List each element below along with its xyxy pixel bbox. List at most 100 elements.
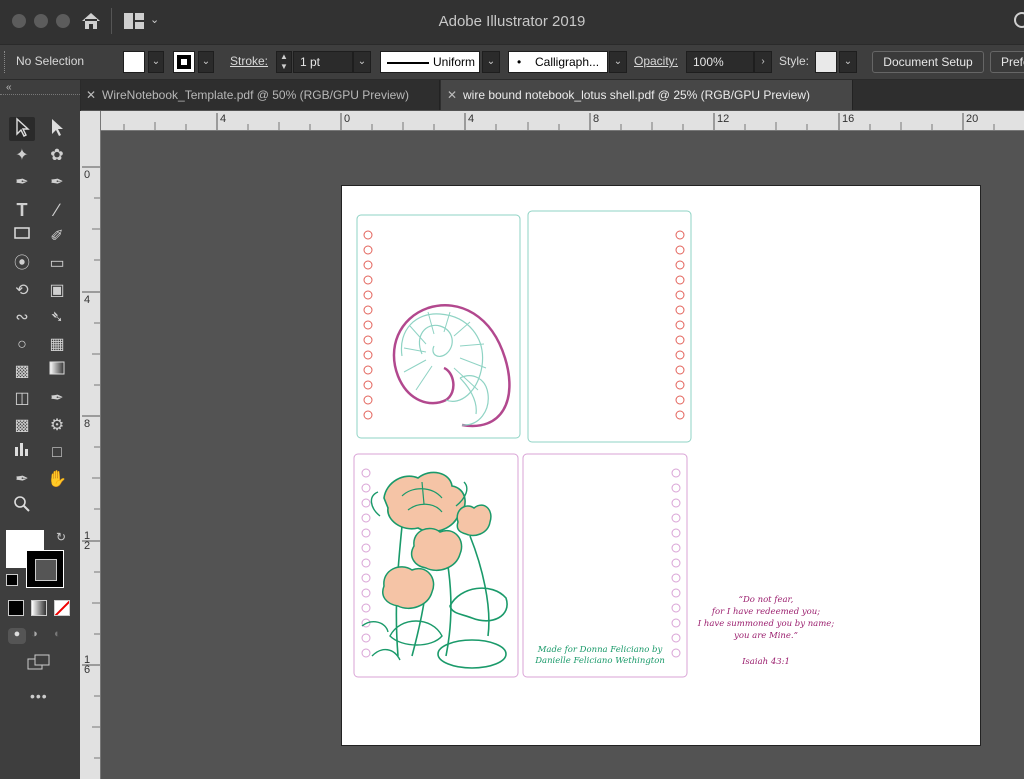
hand-tool[interactable]: ✋: [44, 468, 70, 492]
tab-label: wire bound notebook_lotus shell.pdf @ 25…: [463, 88, 811, 102]
collapse-panel-icon[interactable]: «: [6, 82, 12, 93]
default-colors-icon[interactable]: [6, 574, 18, 586]
ruler-label: 16: [842, 113, 855, 125]
selection-tool[interactable]: [9, 117, 35, 141]
quote-line-3: I have summoned you by name;: [697, 619, 835, 629]
slice-tool[interactable]: ✒: [9, 468, 35, 492]
brush-label: Calligraph...: [535, 55, 600, 69]
draw-inside-icon[interactable]: ◐: [54, 628, 61, 640]
ruler-label: 8: [84, 418, 91, 430]
horizontal-ruler[interactable]: 4 0 4 8 12 16 20: [100, 111, 1024, 131]
blend-tool[interactable]: ▩: [9, 414, 35, 438]
gradient-mode-button[interactable]: [31, 600, 47, 616]
style-label: Style:: [779, 54, 810, 68]
profile-dropdown[interactable]: ⌄: [482, 51, 500, 73]
stroke-label[interactable]: Stroke:: [230, 54, 268, 68]
draw-normal-icon[interactable]: ●: [8, 628, 26, 644]
shape-builder-tool[interactable]: ○: [9, 333, 35, 357]
preferences-button[interactable]: Prefe: [990, 51, 1024, 73]
document-setup-button[interactable]: Document Setup: [872, 51, 984, 73]
close-tab-icon[interactable]: ✕: [441, 80, 463, 110]
artboard-tool[interactable]: □: [44, 441, 70, 465]
line-segment-tool[interactable]: ∕: [44, 198, 70, 222]
width-tool[interactable]: ∾: [9, 306, 35, 330]
rotate-tool[interactable]: ⟲: [9, 279, 35, 303]
puppet-warp-tool[interactable]: ➴: [44, 306, 70, 330]
artboard[interactable]: Made for Donna Feliciano by Danielle Fel…: [341, 185, 981, 746]
stroke-weight-stepper[interactable]: ▲ ▼: [276, 51, 292, 73]
direct-selection-tool[interactable]: [44, 117, 70, 141]
opacity-field[interactable]: 100%: [686, 51, 754, 73]
edit-toolbar-icon[interactable]: •••: [30, 688, 48, 704]
tab-label: WireNotebook_Template.pdf @ 50% (RGB/GPU…: [102, 88, 409, 102]
ruler-label: 4: [468, 113, 475, 125]
zoom-tool[interactable]: [9, 495, 35, 519]
color-mode-button[interactable]: [8, 600, 24, 616]
paintbrush-tool[interactable]: ✐: [44, 225, 70, 249]
quote-line-2: for I have redeemed you;: [711, 607, 820, 617]
curvature-tool[interactable]: ✒: [44, 171, 70, 195]
variable-width-profile[interactable]: Uniform: [380, 51, 480, 73]
ruler-label: 0: [84, 169, 91, 181]
fill-dropdown[interactable]: ⌄: [148, 51, 164, 73]
stroke-swatch[interactable]: [173, 51, 195, 73]
binding-holes-right: [675, 230, 685, 420]
lasso-tool[interactable]: ✿: [44, 144, 70, 168]
quote-line-1: “Do not fear,: [739, 594, 794, 605]
eyedropper-tool[interactable]: ✒: [44, 387, 70, 411]
pen-tool[interactable]: ✒: [9, 171, 35, 195]
brush-definition[interactable]: • Calligraph...: [508, 51, 608, 73]
app-title: Adobe Illustrator 2019: [438, 13, 586, 30]
tab-lotus-shell[interactable]: ✕ wire bound notebook_lotus shell.pdf @ 2…: [441, 80, 853, 110]
vertical-ruler[interactable]: 0 4 8 1 2 1 6: [80, 111, 101, 779]
perspective-grid-tool[interactable]: ▦: [44, 333, 70, 357]
ruler-label: 1 6: [84, 654, 91, 676]
brush-dropdown[interactable]: ⌄: [609, 51, 627, 73]
close-tab-icon[interactable]: ✕: [80, 80, 102, 110]
type-tool[interactable]: T: [9, 198, 35, 222]
binding-holes-left: [363, 230, 373, 420]
brush-dot-icon: •: [517, 55, 522, 69]
mesh-tool[interactable]: ▩: [9, 360, 35, 384]
opacity-arrow[interactable]: ›: [754, 51, 772, 73]
panel-grip[interactable]: [0, 94, 80, 99]
swap-fill-stroke-icon[interactable]: ↻: [56, 530, 66, 544]
none-mode-button[interactable]: [54, 600, 70, 616]
opacity-label[interactable]: Opacity:: [634, 54, 678, 68]
symbol-sprayer-tool[interactable]: ◫: [9, 387, 35, 411]
rectangle-tool[interactable]: [9, 225, 35, 249]
eraser-tool[interactable]: ▭: [44, 252, 70, 276]
ruler-label: 8: [593, 113, 600, 125]
credit-panel-outline: [522, 453, 688, 678]
binding-holes-lotus: [361, 468, 371, 658]
quote-line-4: you are Mine.”: [733, 631, 798, 641]
stroke-color-box[interactable]: [26, 550, 64, 588]
profile-label: Uniform: [432, 55, 475, 69]
screen-mode-icon[interactable]: [27, 654, 50, 670]
column-graph-tool[interactable]: [9, 441, 35, 465]
fill-swatch[interactable]: [123, 51, 145, 73]
tab-wirenotebook-template[interactable]: ✕ WireNotebook_Template.pdf @ 50% (RGB/GP…: [80, 80, 440, 110]
stroke-weight-dropdown[interactable]: ⌄: [353, 51, 371, 73]
graphic-style-swatch[interactable]: [815, 51, 837, 73]
ruler-label: 12: [717, 113, 730, 125]
ruler-label: 20: [966, 113, 979, 125]
shaper-tool[interactable]: ⦿: [9, 252, 35, 276]
tools-panel: « ✦ ✿ ✒ ✒ T ∕ ✐ ⦿ ▭ ⟲ ▣ ∾ ➴ ○ ▦ ▩ ◫ ✒ ▩ …: [0, 80, 81, 779]
cover-panel-outline: [356, 214, 521, 439]
nautilus-shell-illustration: [392, 304, 511, 428]
magic-wand-tool[interactable]: ✦: [9, 144, 35, 168]
panel-grip[interactable]: [4, 51, 8, 73]
scale-tool[interactable]: ▣: [44, 279, 70, 303]
search-icon[interactable]: [1012, 12, 1024, 32]
stroke-color-dropdown[interactable]: ⌄: [198, 51, 214, 73]
style-dropdown[interactable]: ⌄: [839, 51, 857, 73]
ruler-label: 1 2: [84, 530, 91, 552]
stroke-weight-field[interactable]: 1 pt: [293, 51, 353, 73]
artwork: Made for Donna Feliciano by Danielle Fel…: [353, 210, 835, 678]
binding-holes-credit: [671, 468, 681, 658]
document-tab-bar: ✕ WireNotebook_Template.pdf @ 50% (RGB/GP…: [0, 80, 1024, 110]
live-paint-tool[interactable]: ⚙: [44, 414, 70, 438]
gradient-tool[interactable]: [44, 360, 70, 384]
draw-behind-icon[interactable]: ◑: [31, 628, 38, 640]
